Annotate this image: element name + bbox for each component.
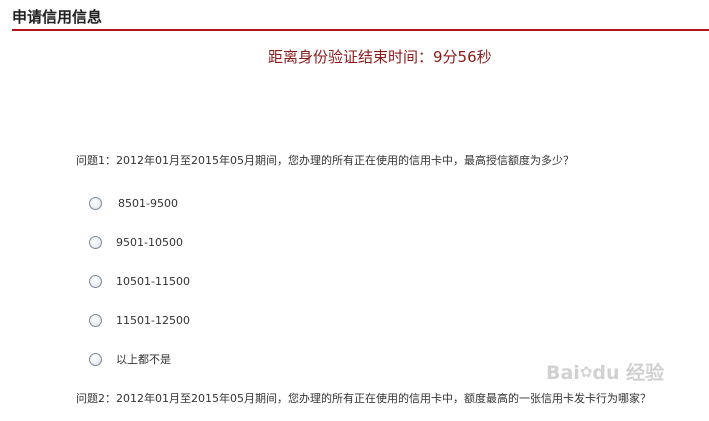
question-1-text: 问题1：2012年01月至2015年05月期间，您办理的所有正在使用的信用卡中，…	[76, 154, 574, 167]
radio-button[interactable]	[89, 196, 102, 210]
option-10501-11500[interactable]: 10501-11500	[89, 273, 190, 289]
option-none-of-the-above[interactable]: 以上都不是	[89, 351, 171, 367]
watermark-text: Bai	[546, 362, 580, 384]
option-label[interactable]: 以上都不是	[116, 351, 171, 367]
question-2-text: 问题2：2012年01月至2015年05月期间，您办理的所有正在使用的信用卡中，…	[76, 392, 651, 405]
option-label[interactable]: 11501-12500	[116, 314, 190, 327]
countdown-timer: 距离身份验证结束时间：9分56秒	[268, 48, 492, 66]
watermark-suffix: du 经验	[592, 362, 665, 384]
radio-button[interactable]	[89, 313, 102, 327]
radio-button[interactable]	[89, 352, 102, 366]
option-label[interactable]: 8501-9500	[118, 197, 178, 210]
watermark-logo: Bai✿du 经验	[546, 358, 664, 385]
radio-button[interactable]	[89, 274, 102, 288]
title-divider	[12, 29, 709, 31]
option-label[interactable]: 10501-11500	[116, 275, 190, 288]
option-11501-12500[interactable]: 11501-12500	[89, 312, 190, 328]
paw-icon: ✿	[579, 363, 593, 381]
option-label[interactable]: 9501-10500	[116, 236, 183, 249]
option-8501-9500[interactable]: 8501-9500	[89, 195, 178, 211]
option-9501-10500[interactable]: 9501-10500	[89, 234, 183, 250]
page-title: 申请信用信息	[12, 8, 103, 26]
radio-button[interactable]	[89, 235, 102, 249]
